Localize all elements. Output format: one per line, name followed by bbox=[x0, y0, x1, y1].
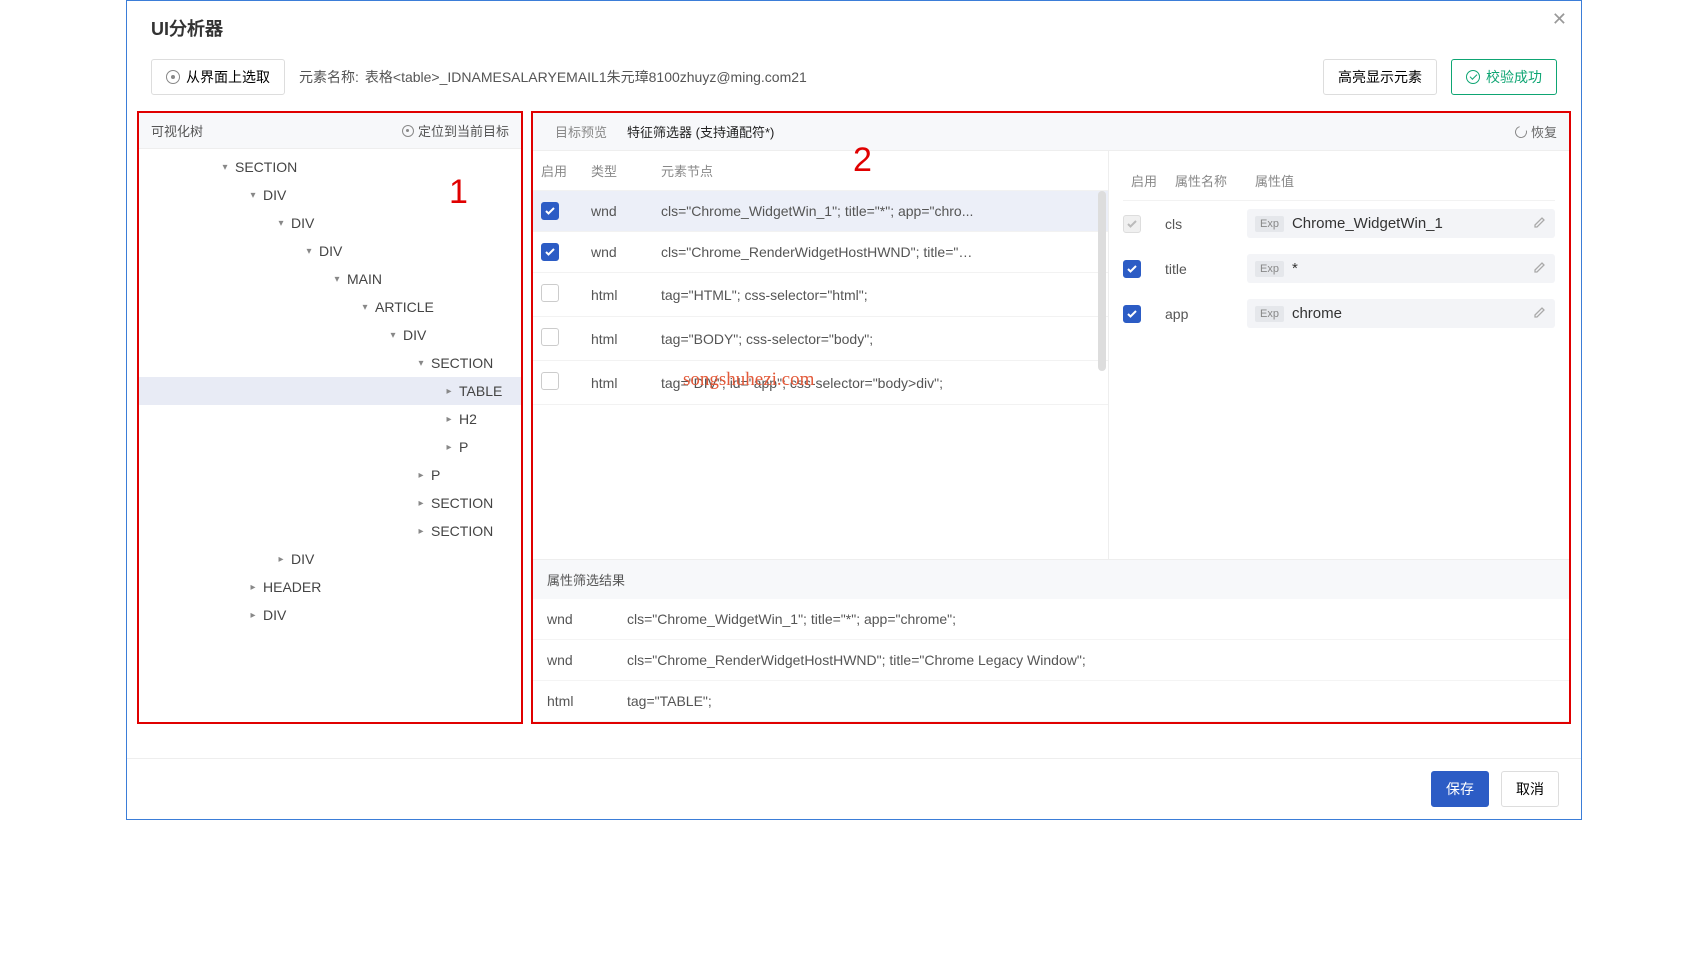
scrollbar[interactable] bbox=[1098, 191, 1106, 555]
checkbox[interactable] bbox=[541, 284, 559, 302]
attr-name: app bbox=[1165, 306, 1235, 322]
caret-icon: ▾ bbox=[219, 162, 231, 173]
edit-icon[interactable] bbox=[1533, 260, 1547, 277]
node-row[interactable]: htmltag="BODY"; css-selector="body"; bbox=[533, 317, 1108, 361]
tree-node-div[interactable]: ▾DIV bbox=[139, 181, 521, 209]
tree-node-div[interactable]: ▾DIV bbox=[139, 321, 521, 349]
attr-name: cls bbox=[1165, 216, 1235, 232]
close-icon[interactable]: ✕ bbox=[1552, 9, 1567, 30]
result-row: htmltag="TABLE"; bbox=[533, 681, 1569, 722]
node-list: 启用 类型 元素节点 wndcls="Chrome_WidgetWin_1"; … bbox=[533, 151, 1109, 559]
edit-icon[interactable] bbox=[1533, 215, 1547, 232]
tree-node-div[interactable]: ▾DIV bbox=[139, 237, 521, 265]
cancel-button[interactable]: 取消 bbox=[1501, 771, 1559, 807]
tree-node-main[interactable]: ▾MAIN bbox=[139, 265, 521, 293]
caret-icon: ▸ bbox=[415, 526, 427, 537]
checkbox[interactable] bbox=[1123, 215, 1141, 233]
exp-tag: Exp bbox=[1255, 261, 1284, 277]
caret-icon: ▸ bbox=[275, 554, 287, 565]
tree-node-p[interactable]: ▸P bbox=[139, 461, 521, 489]
element-name-display: 元素名称: 表格<table>_IDNAMESALARYEMAIL1朱元璋810… bbox=[299, 67, 807, 87]
checkbox[interactable] bbox=[541, 202, 559, 220]
highlight-button[interactable]: 高亮显示元素 bbox=[1323, 59, 1437, 95]
caret-icon: ▾ bbox=[275, 218, 287, 229]
tab-preview[interactable]: 目标预览 bbox=[545, 122, 617, 141]
checkbox[interactable] bbox=[541, 372, 559, 390]
tree-node-header[interactable]: ▸HEADER bbox=[139, 573, 521, 601]
locate-icon bbox=[402, 125, 414, 137]
target-icon bbox=[166, 70, 180, 84]
tree[interactable]: ▾SECTION▾DIV▾DIV▾DIV▾MAIN▾ARTICLE▾DIV▾SE… bbox=[139, 149, 521, 720]
attr-value-input[interactable]: Expchrome bbox=[1247, 299, 1555, 328]
checkbox[interactable] bbox=[1123, 305, 1141, 323]
caret-icon: ▾ bbox=[303, 246, 315, 257]
result-row: wndcls="Chrome_RenderWidgetHostHWND"; ti… bbox=[533, 640, 1569, 681]
caret-icon: ▸ bbox=[415, 498, 427, 509]
tree-panel-title: 可视化树 bbox=[151, 121, 203, 140]
caret-icon: ▾ bbox=[359, 302, 371, 313]
caret-icon: ▾ bbox=[387, 330, 399, 341]
attr-row-cls: cls ExpChrome_WidgetWin_1 bbox=[1123, 201, 1555, 246]
tree-node-h2[interactable]: ▸H2 bbox=[139, 405, 521, 433]
page-title: UI分析器 bbox=[151, 15, 223, 41]
reload-icon bbox=[1513, 123, 1529, 139]
results-title: 属性筛选结果 bbox=[533, 560, 1569, 599]
checkbox[interactable] bbox=[541, 328, 559, 346]
caret-icon: ▸ bbox=[443, 386, 455, 397]
toolbar: 从界面上选取 元素名称: 表格<table>_IDNAMESALARYEMAIL… bbox=[127, 51, 1581, 111]
locate-target-button[interactable]: 定位到当前目标 bbox=[402, 121, 509, 140]
checkbox[interactable] bbox=[1123, 260, 1141, 278]
tree-node-section[interactable]: ▸SECTION bbox=[139, 489, 521, 517]
checkbox[interactable] bbox=[541, 243, 559, 261]
tree-node-div[interactable]: ▸DIV bbox=[139, 545, 521, 573]
tree-node-table[interactable]: ▸TABLE bbox=[139, 377, 521, 405]
header: UI分析器 bbox=[127, 1, 1581, 51]
save-button[interactable]: 保存 bbox=[1431, 771, 1489, 807]
check-icon bbox=[1466, 70, 1480, 84]
filter-panel: 2 songshuhezi.com 目标预览 特征筛选器 (支持通配符*) 恢复… bbox=[531, 111, 1571, 724]
attr-name: title bbox=[1165, 261, 1235, 277]
caret-icon: ▾ bbox=[247, 190, 259, 201]
caret-icon: ▸ bbox=[415, 470, 427, 481]
app-window: ✕ UI分析器 从界面上选取 元素名称: 表格<table>_IDNAMESAL… bbox=[126, 0, 1582, 820]
restore-button[interactable]: 恢复 bbox=[1515, 122, 1557, 141]
tree-node-section[interactable]: ▾SECTION bbox=[139, 153, 521, 181]
caret-icon: ▸ bbox=[247, 582, 259, 593]
validate-button[interactable]: 校验成功 bbox=[1451, 59, 1557, 95]
tree-node-article[interactable]: ▾ARTICLE bbox=[139, 293, 521, 321]
tab-filter[interactable]: 特征筛选器 (支持通配符*) bbox=[617, 122, 784, 141]
attribute-editor: 启用 属性名称 属性值 clsExpChrome_WidgetWin_1titl… bbox=[1109, 151, 1569, 559]
edit-icon[interactable] bbox=[1533, 305, 1547, 322]
caret-icon: ▸ bbox=[443, 442, 455, 453]
tree-node-section[interactable]: ▸SECTION bbox=[139, 517, 521, 545]
pick-from-ui-button[interactable]: 从界面上选取 bbox=[151, 59, 285, 95]
caret-icon: ▾ bbox=[415, 358, 427, 369]
node-row[interactable]: wndcls="Chrome_WidgetWin_1"; title="*"; … bbox=[533, 191, 1108, 232]
result-row: wndcls="Chrome_WidgetWin_1"; title="*"; … bbox=[533, 599, 1569, 640]
results-section: 属性筛选结果 wndcls="Chrome_WidgetWin_1"; titl… bbox=[533, 559, 1569, 722]
caret-icon: ▸ bbox=[247, 610, 259, 621]
tree-node-div[interactable]: ▸DIV bbox=[139, 601, 521, 629]
tree-node-p[interactable]: ▸P bbox=[139, 433, 521, 461]
tree-panel: 1 可视化树 定位到当前目标 ▾SECTION▾DIV▾DIV▾DIV▾MAIN… bbox=[137, 111, 523, 724]
footer: 保存 取消 bbox=[127, 758, 1581, 819]
attr-row-title: title Exp* bbox=[1123, 246, 1555, 291]
exp-tag: Exp bbox=[1255, 216, 1284, 232]
attr-value-input[interactable]: Exp* bbox=[1247, 254, 1555, 283]
node-row[interactable]: htmltag="HTML"; css-selector="html"; bbox=[533, 273, 1108, 317]
caret-icon: ▸ bbox=[443, 414, 455, 425]
node-row[interactable]: htmltag="DIV"; id="app"; css-selector="b… bbox=[533, 361, 1108, 405]
exp-tag: Exp bbox=[1255, 306, 1284, 322]
attr-row-app: app Expchrome bbox=[1123, 291, 1555, 336]
tree-node-section[interactable]: ▾SECTION bbox=[139, 349, 521, 377]
caret-icon: ▾ bbox=[331, 274, 343, 285]
node-row[interactable]: wndcls="Chrome_RenderWidgetHostHWND"; ti… bbox=[533, 232, 1108, 273]
attr-value-input[interactable]: ExpChrome_WidgetWin_1 bbox=[1247, 209, 1555, 238]
tree-node-div[interactable]: ▾DIV bbox=[139, 209, 521, 237]
